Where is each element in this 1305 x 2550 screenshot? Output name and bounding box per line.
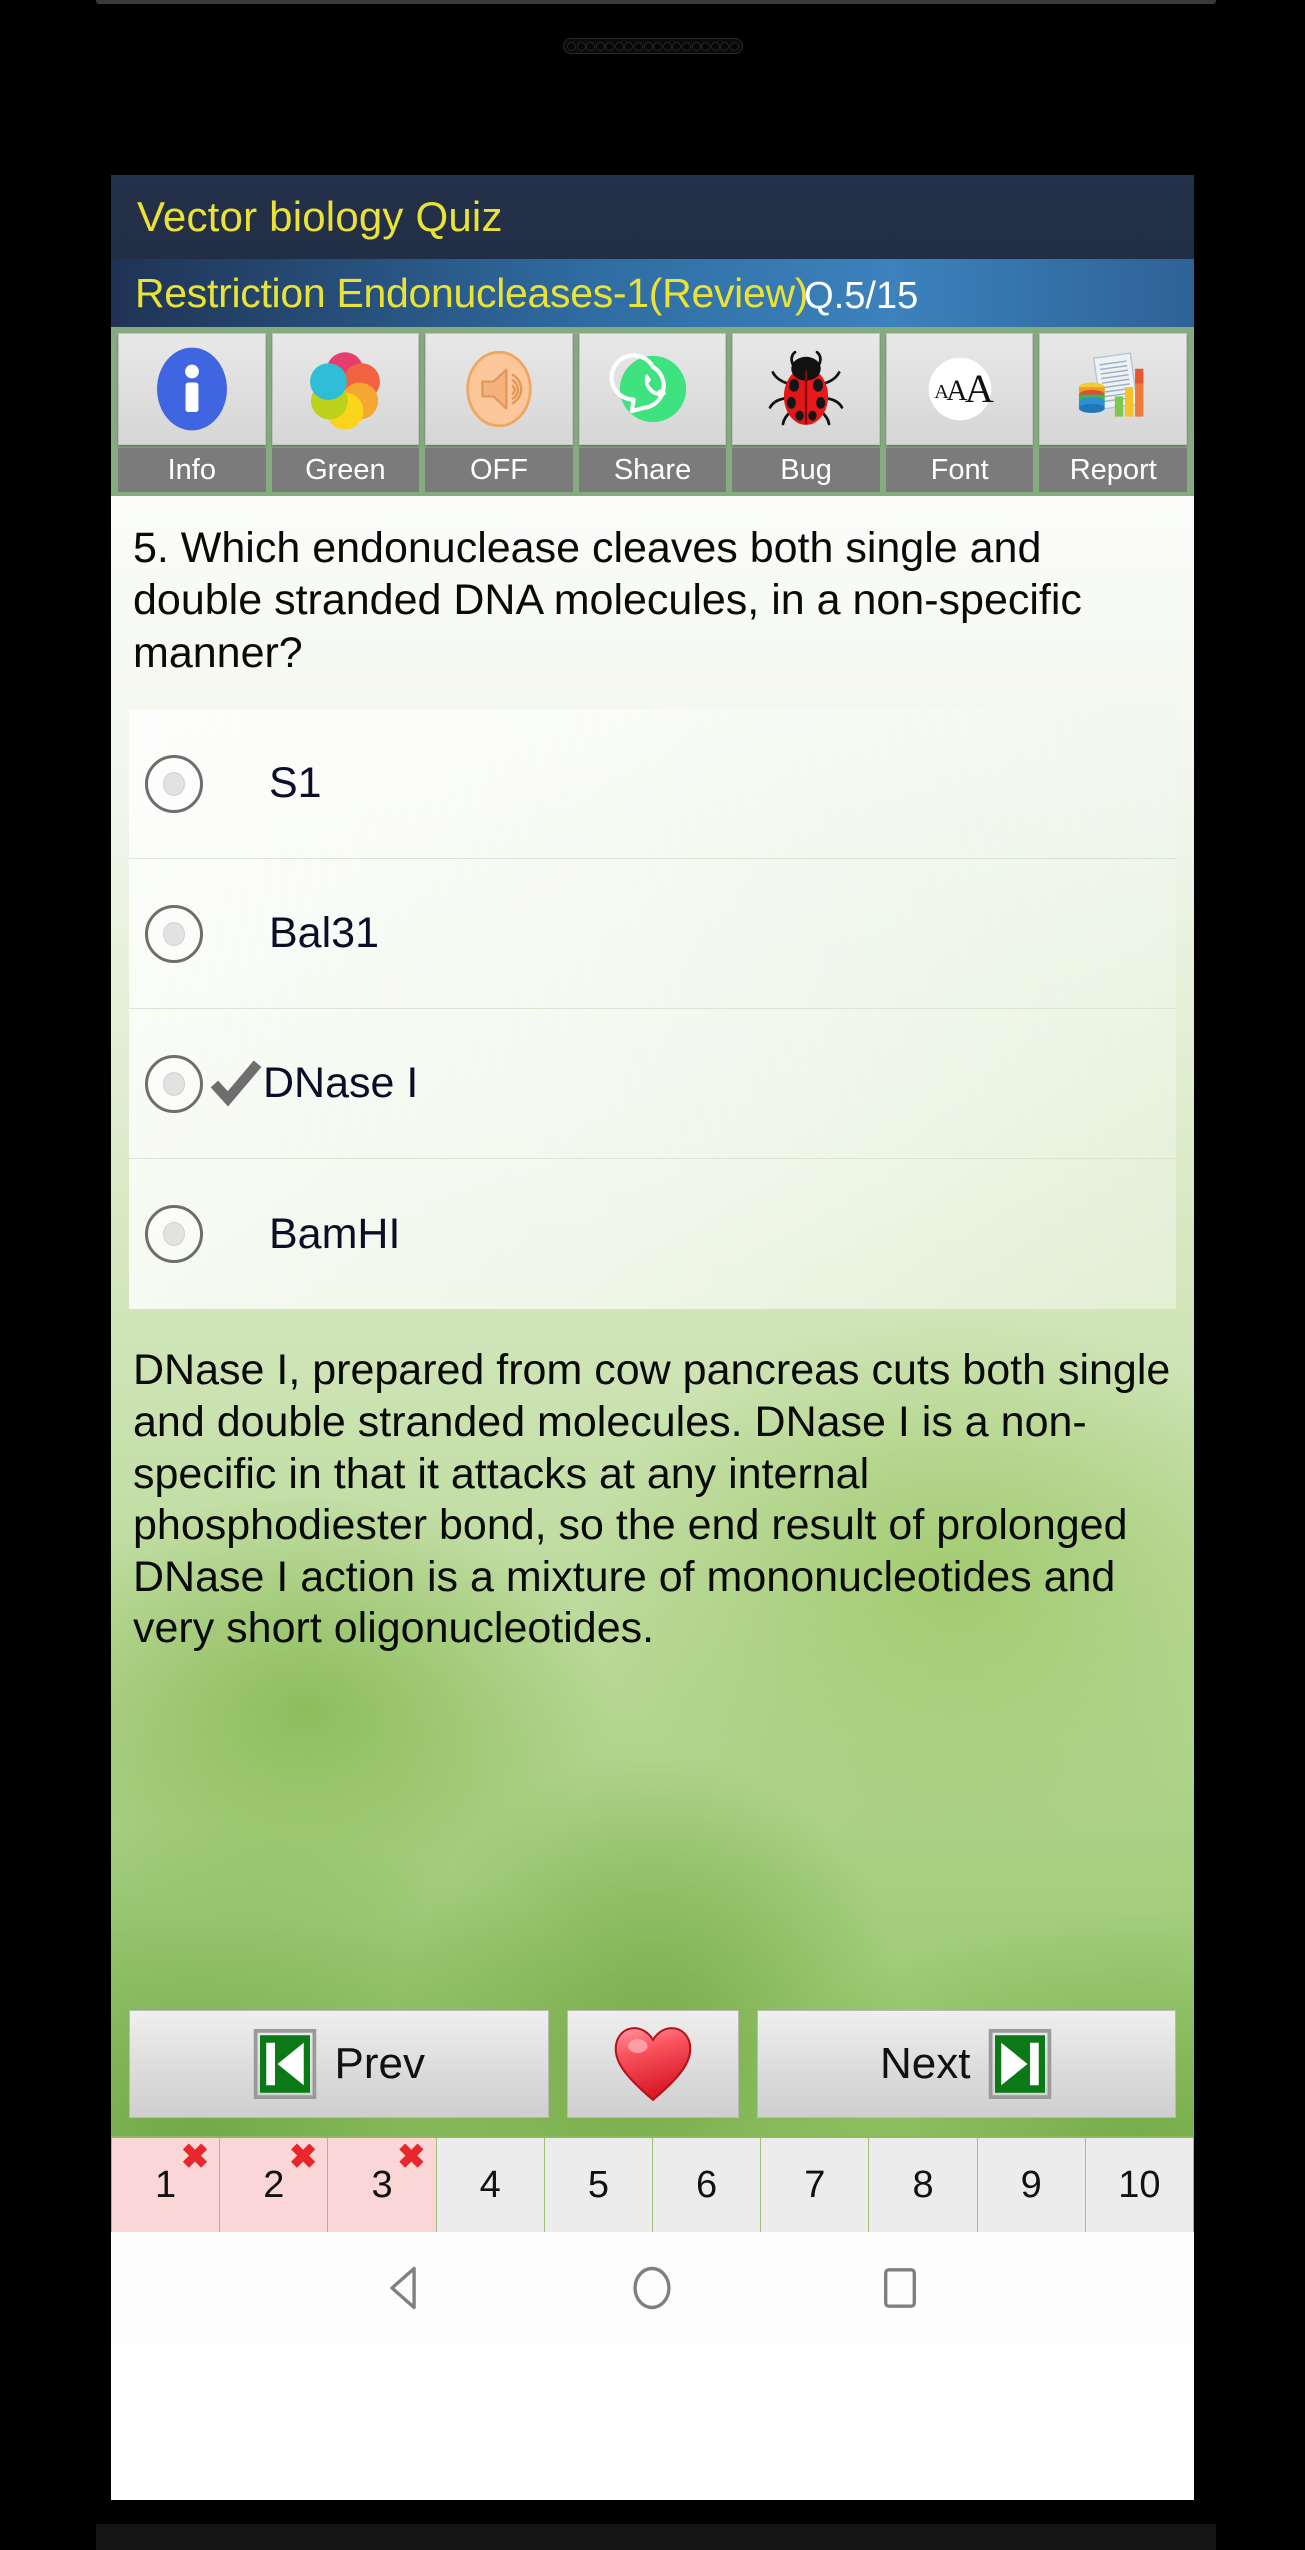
option-label-4: BamHI <box>269 1209 401 1258</box>
question-counter: Q.5/15 <box>804 274 919 317</box>
radio-button-4[interactable] <box>145 1205 203 1264</box>
toolbar-label-green[interactable]: Green <box>271 448 420 492</box>
info-icon <box>156 347 227 431</box>
question-chip-8[interactable]: 8 <box>869 2138 978 2232</box>
toolbar-label-report[interactable]: Report <box>1039 448 1188 492</box>
toolbar-button-info[interactable] <box>118 333 266 445</box>
toolbar-label-share[interactable]: Share <box>578 448 727 492</box>
option-row-1[interactable]: S1 <box>129 709 1176 860</box>
phone-frame: Vector biology Quiz Restriction Endonucl… <box>0 0 1305 2550</box>
option-label-1: S1 <box>269 759 322 808</box>
question-chip-label: 8 <box>912 2163 934 2206</box>
heart-icon <box>614 2027 691 2102</box>
wrong-mark-icon: ✖ <box>180 2138 210 2176</box>
favorite-button[interactable] <box>566 2010 739 2118</box>
question-chip-label: 6 <box>696 2163 718 2206</box>
question-chip-1[interactable]: ✖ 1 <box>111 2138 221 2232</box>
option-label-2: Bal31 <box>269 909 379 958</box>
navigation-button-row: Prev Next <box>129 2010 1176 2118</box>
next-button[interactable]: Next <box>756 2010 1176 2118</box>
report-chart-icon <box>1079 352 1144 417</box>
quiz-content-area: 5. Which endonuclease cleaves both singl… <box>111 496 1194 2136</box>
ladybug-icon <box>768 350 844 426</box>
quiz-subtitle: Restriction Endonucleases-1(Review) <box>135 269 809 316</box>
phone-screen: Vector biology Quiz Restriction Endonucl… <box>111 175 1194 2500</box>
question-chip-label: 4 <box>479 2163 501 2206</box>
radio-button-2[interactable] <box>145 904 203 963</box>
app-title-bar: Vector biology Quiz <box>111 175 1194 259</box>
wrong-mark-icon: ✖ <box>397 2138 426 2176</box>
toolbar-button-font[interactable]: A A A <box>885 333 1034 445</box>
explanation-text: DNase I, prepared from cow pancreas cuts… <box>133 1346 1171 1653</box>
back-triangle-icon[interactable] <box>379 2262 431 2314</box>
option-row-3[interactable]: DNase I <box>129 1009 1176 1160</box>
question-chip-label: 3 <box>371 2163 393 2206</box>
home-circle-icon[interactable] <box>626 2262 678 2314</box>
question-chip-label: 7 <box>804 2163 826 2206</box>
toolbar-button-sound[interactable] <box>425 333 573 445</box>
question-chip-4[interactable]: 4 <box>436 2138 545 2232</box>
question-chip-7[interactable]: 7 <box>761 2138 870 2232</box>
bezel-top-edge <box>96 0 1216 4</box>
speaker-sound-icon <box>466 350 532 428</box>
svg-text:A: A <box>964 366 993 411</box>
bezel-bottom-edge <box>96 2524 1216 2550</box>
toolbar-label-off[interactable]: OFF <box>425 448 573 492</box>
option-row-4[interactable]: BamHI <box>129 1159 1176 1310</box>
radio-button-1[interactable] <box>145 754 203 813</box>
earpiece-speaker-grille <box>563 38 743 54</box>
question-chip-2[interactable]: ✖ 2 <box>220 2138 329 2232</box>
toolbar-label-bug[interactable]: Bug <box>732 448 880 492</box>
question-chip-label: 5 <box>587 2163 609 2206</box>
skip-next-icon <box>989 2029 1052 2099</box>
quiz-subtitle-bar: Restriction Endonucleases-1(Review) Q.5/… <box>111 259 1194 327</box>
prev-button[interactable]: Prev <box>129 2010 549 2118</box>
option-label-3: DNase I <box>263 1059 419 1108</box>
toolbar-button-green[interactable] <box>271 333 420 445</box>
toolbar-label-info[interactable]: Info <box>118 448 266 492</box>
toolbar-label-font[interactable]: Font <box>885 448 1034 492</box>
color-palette-icon <box>310 352 381 430</box>
toolbar-button-bug[interactable] <box>732 333 880 445</box>
question-chip-label: 10 <box>1118 2163 1161 2206</box>
question-number-strip: ✖ 1 ✖ 2 ✖ 3 4 5 6 7 8 9 10 <box>111 2136 1194 2232</box>
toolbar-button-share[interactable] <box>578 333 727 445</box>
whatsapp-share-icon <box>608 353 686 423</box>
toolbar-label-row: Info Green OFF Share Bug Font Report <box>111 445 1194 496</box>
font-size-icon: A A A <box>928 357 994 421</box>
question-text: 5. Which endonuclease cleaves both singl… <box>133 524 1082 677</box>
wrong-mark-icon: ✖ <box>288 2138 318 2176</box>
toolbar: A A A <box>111 327 1194 445</box>
android-system-nav-bar <box>111 2232 1194 2344</box>
toolbar-button-report[interactable] <box>1039 333 1188 445</box>
next-button-label: Next <box>880 2039 971 2088</box>
question-chip-10[interactable]: 10 <box>1085 2138 1194 2232</box>
question-chip-label: 1 <box>155 2163 177 2206</box>
answer-options-list: S1 Bal31 DNase I BamHI <box>129 709 1176 1310</box>
radio-button-3[interactable] <box>145 1054 203 1113</box>
question-chip-label: 9 <box>1020 2163 1042 2206</box>
question-chip-5[interactable]: 5 <box>544 2138 654 2232</box>
recents-square-icon[interactable] <box>874 2262 926 2314</box>
correct-check-icon-3 <box>210 1060 262 1107</box>
question-chip-6[interactable]: 6 <box>653 2138 762 2232</box>
question-chip-9[interactable]: 9 <box>977 2138 1086 2232</box>
app-title: Vector biology Quiz <box>137 193 503 240</box>
question-chip-3[interactable]: ✖ 3 <box>328 2138 437 2232</box>
option-row-2[interactable]: Bal31 <box>129 859 1176 1010</box>
prev-button-label: Prev <box>334 2039 425 2088</box>
skip-previous-icon <box>253 2029 316 2099</box>
question-chip-label: 2 <box>263 2163 285 2206</box>
